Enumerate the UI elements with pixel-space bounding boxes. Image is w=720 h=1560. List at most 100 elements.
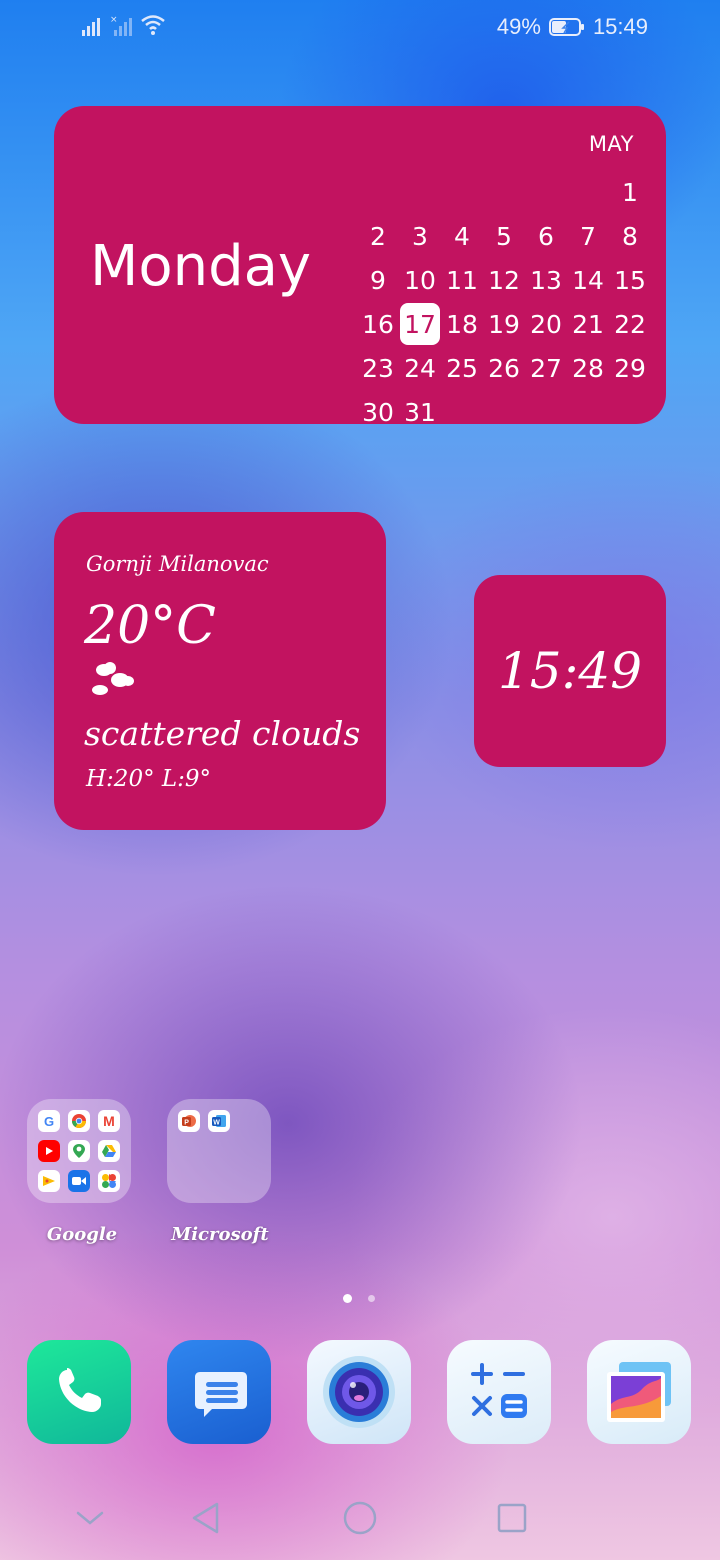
- clock-time: 15:49: [497, 642, 643, 700]
- back-triangle-icon: [192, 1502, 219, 1534]
- status-bar: × 49% 15:49: [0, 0, 720, 56]
- calendar-day: 3: [412, 221, 428, 251]
- calendar-day: 7: [580, 221, 596, 251]
- weather-description: scattered clouds: [84, 714, 361, 753]
- microsoft-folder[interactable]: P W: [167, 1099, 271, 1203]
- calendar-day: 28: [572, 353, 604, 383]
- meet-icon: [68, 1170, 90, 1192]
- weather-high-low: H:20° L:9°: [86, 766, 212, 792]
- calendar-day: 18: [446, 309, 478, 339]
- gallery-app[interactable]: [587, 1340, 691, 1444]
- calendar-day: 2: [370, 221, 386, 251]
- calendar-empty-cell: [567, 390, 609, 434]
- nav-hide-button[interactable]: [62, 1490, 118, 1546]
- calendar-empty-cell: [441, 390, 483, 434]
- calendar-grid: 1 2 3 4 5 6 7 8 9 10 11 12 13 14 15 16 17 18 19 20 21 22 23 24 2…: [357, 170, 651, 434]
- word-icon: W: [208, 1110, 230, 1132]
- svg-text:W: W: [213, 1119, 220, 1126]
- calendar-empty-cell: [483, 390, 525, 434]
- calendar-day: 1: [622, 177, 638, 207]
- weather-widget[interactable]: Gornji Milanovac 20°C scattered clouds H…: [54, 512, 386, 830]
- page-dot[interactable]: [368, 1295, 375, 1302]
- svg-text:P: P: [184, 1119, 189, 1126]
- calendar-day: 11: [446, 265, 478, 295]
- gallery-icon: [607, 1362, 671, 1422]
- calendar-day: 25: [446, 353, 478, 383]
- clock-widget[interactable]: 15:49: [474, 575, 666, 767]
- calendar-day: 6: [538, 221, 554, 251]
- calculator-app[interactable]: [447, 1340, 551, 1444]
- calendar-day: 20: [530, 309, 562, 339]
- calendar-day-name: Monday: [90, 234, 312, 299]
- calendar-day: 9: [370, 265, 386, 295]
- calendar-day: 23: [362, 353, 394, 383]
- battery-icon: [548, 18, 584, 36]
- google-folder[interactable]: G M: [27, 1099, 131, 1203]
- calendar-month: MAY: [588, 132, 634, 156]
- status-time: 15:49: [592, 14, 648, 39]
- calendar-day: 12: [488, 265, 520, 295]
- calendar-day: 16: [362, 309, 394, 339]
- calendar-empty-cell: [483, 170, 525, 214]
- calendar-widget[interactable]: Monday MAY 1 2 3 4 5 6 7 8 9 10 11 12 13 14 15 16 17 18 19…: [54, 106, 666, 427]
- maps-icon: [68, 1140, 90, 1162]
- calendar-day: 14: [572, 265, 604, 295]
- weather-temperature: 20°C: [84, 596, 216, 656]
- signal-nosim-icon: ×: [110, 15, 132, 36]
- calendar-empty-cell: [567, 170, 609, 214]
- calendar-empty-cell: [441, 170, 483, 214]
- cloud-icon: [92, 662, 134, 695]
- calendar-day: 4: [454, 221, 470, 251]
- wifi-icon: [141, 15, 165, 35]
- home-circle-icon: [343, 1501, 377, 1535]
- nav-home-button[interactable]: [332, 1490, 388, 1546]
- calendar-day: 29: [614, 353, 646, 383]
- calendar-day: 22: [614, 309, 646, 339]
- gmail-icon: M: [98, 1110, 120, 1132]
- nav-recents-button[interactable]: [484, 1490, 540, 1546]
- powerpoint-icon: P: [178, 1110, 200, 1132]
- calendar-empty-cell: [525, 390, 567, 434]
- chevron-down-icon: [76, 1511, 104, 1525]
- recents-square-icon: [497, 1503, 527, 1533]
- calendar-day: 27: [530, 353, 562, 383]
- camera-icon: [323, 1356, 395, 1428]
- calendar-day: 30: [362, 397, 394, 427]
- nav-back-button[interactable]: [178, 1490, 234, 1546]
- calendar-empty-cell: [357, 170, 399, 214]
- calendar-day: 5: [496, 221, 512, 251]
- page-dot-active[interactable]: [343, 1294, 352, 1303]
- calendar-day: 10: [404, 265, 436, 295]
- calendar-empty-cell: [399, 170, 441, 214]
- weather-city: Gornji Milanovac: [86, 552, 269, 576]
- drive-icon: [98, 1140, 120, 1162]
- chrome-icon: [68, 1110, 90, 1132]
- status-right: 49% 15:49: [497, 14, 648, 40]
- phone-app[interactable]: [27, 1340, 131, 1444]
- calendar-day: 31: [404, 397, 436, 427]
- photos-icon: [98, 1170, 120, 1192]
- google-icon: G: [38, 1110, 60, 1132]
- camera-app[interactable]: [307, 1340, 411, 1444]
- microsoft-folder-label[interactable]: Microsoft: [150, 1224, 290, 1245]
- calendar-empty-cell: [609, 390, 651, 434]
- phone-icon: [59, 1368, 101, 1412]
- messages-icon: [195, 1372, 247, 1417]
- calculator-icon: [471, 1363, 527, 1418]
- calendar-day: 15: [614, 265, 646, 295]
- calendar-empty-cell: [525, 170, 567, 214]
- calendar-day: 8: [622, 221, 638, 251]
- messages-app[interactable]: [167, 1340, 271, 1444]
- signal-icon: [82, 18, 100, 36]
- youtube-icon: [38, 1140, 60, 1162]
- play-games-icon: [38, 1170, 60, 1192]
- svg-text:×: ×: [110, 15, 118, 25]
- calendar-today: 17: [400, 303, 440, 345]
- calendar-day: 26: [488, 353, 520, 383]
- battery-percent: 49%: [496, 14, 541, 39]
- calendar-day: 21: [572, 309, 604, 339]
- status-icons: ×: [82, 14, 168, 36]
- calendar-day: 13: [530, 265, 562, 295]
- calendar-day: 19: [488, 309, 520, 339]
- google-folder-label[interactable]: Google: [12, 1224, 152, 1245]
